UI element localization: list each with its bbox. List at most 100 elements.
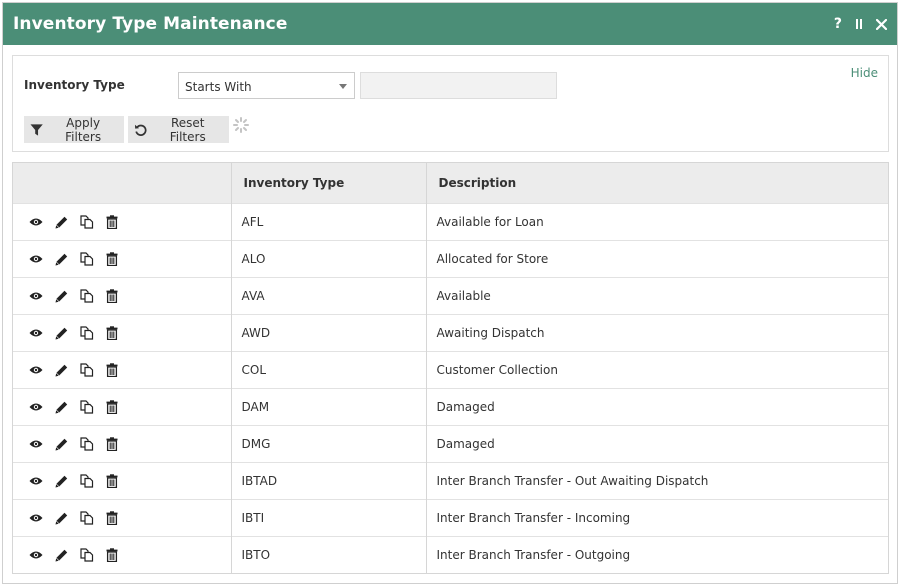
table-row[interactable]: DMG Damaged: [13, 425, 888, 463]
edit-icon[interactable]: [55, 438, 68, 451]
copy-icon[interactable]: [80, 400, 94, 414]
inventory-type-cell: DAM: [231, 388, 427, 426]
copy-icon[interactable]: [80, 474, 94, 488]
delete-icon[interactable]: [106, 326, 118, 340]
hide-filters-link[interactable]: Hide: [851, 66, 878, 80]
edit-icon[interactable]: [55, 512, 68, 525]
edit-icon[interactable]: [55, 290, 68, 303]
inventory-type-cell: IBTO: [231, 536, 427, 573]
row-actions-cell: [13, 462, 232, 500]
loading-spinner-icon: [233, 117, 249, 133]
title-bar-buttons: ?: [834, 16, 887, 32]
description-column-header[interactable]: Description: [426, 163, 888, 204]
copy-icon[interactable]: [80, 548, 94, 562]
inventory-type-cell: ALO: [231, 240, 427, 278]
table-row[interactable]: AVA Available: [13, 277, 888, 315]
filter-panel: Inventory Type Starts With Hide Apply Fi…: [12, 55, 889, 152]
description-cell: Allocated for Store: [426, 240, 888, 278]
copy-icon[interactable]: [80, 252, 94, 266]
table-row[interactable]: AWD Awaiting Dispatch: [13, 314, 888, 352]
delete-icon[interactable]: [106, 215, 118, 229]
actions-column-header: [13, 163, 232, 204]
inventory-type-column-header[interactable]: Inventory Type: [231, 163, 427, 204]
description-cell: Awaiting Dispatch: [426, 314, 888, 352]
pause-icon[interactable]: [856, 18, 862, 30]
view-icon[interactable]: [29, 365, 43, 375]
inventory-type-cell: IBTAD: [231, 462, 427, 500]
apply-filters-button[interactable]: Apply Filters: [24, 115, 124, 144]
view-icon[interactable]: [29, 402, 43, 412]
row-actions-cell: [13, 240, 232, 278]
grid-body: AFL Available for Loan ALO Allocated for: [13, 203, 888, 573]
edit-icon[interactable]: [55, 364, 68, 377]
delete-icon[interactable]: [106, 252, 118, 266]
description-cell: Inter Branch Transfer - Out Awaiting Dis…: [426, 462, 888, 500]
inventory-type-grid: Inventory Type Description AFL Available…: [12, 162, 889, 574]
table-row[interactable]: IBTI Inter Branch Transfer - Incoming: [13, 499, 888, 537]
table-row[interactable]: ALO Allocated for Store: [13, 240, 888, 278]
help-button[interactable]: ?: [834, 16, 842, 32]
description-cell: Inter Branch Transfer - Outgoing: [426, 536, 888, 573]
view-icon[interactable]: [29, 217, 43, 227]
chevron-down-icon: [339, 84, 347, 89]
filter-operator-select[interactable]: Starts With: [178, 72, 355, 99]
view-icon[interactable]: [29, 439, 43, 449]
copy-icon[interactable]: [80, 437, 94, 451]
delete-icon[interactable]: [106, 363, 118, 377]
grid-header-row: Inventory Type Description: [13, 163, 888, 204]
title-bar: Inventory Type Maintenance ?: [3, 3, 897, 45]
row-actions-cell: [13, 499, 232, 537]
view-icon[interactable]: [29, 254, 43, 264]
copy-icon[interactable]: [80, 289, 94, 303]
copy-icon[interactable]: [80, 511, 94, 525]
table-row[interactable]: AFL Available for Loan: [13, 203, 888, 241]
filter-operator-value: Starts With: [185, 80, 252, 94]
close-icon[interactable]: [876, 18, 887, 30]
view-icon[interactable]: [29, 513, 43, 523]
filter-icon: [30, 123, 43, 136]
inventory-type-cell: IBTI: [231, 499, 427, 537]
description-cell: Damaged: [426, 388, 888, 426]
delete-icon[interactable]: [106, 474, 118, 488]
row-actions-cell: [13, 277, 232, 315]
edit-icon[interactable]: [55, 327, 68, 340]
row-actions-cell: [13, 203, 232, 241]
delete-icon[interactable]: [106, 289, 118, 303]
table-row[interactable]: DAM Damaged: [13, 388, 888, 426]
table-row[interactable]: COL Customer Collection: [13, 351, 888, 389]
delete-icon[interactable]: [106, 511, 118, 525]
undo-icon: [134, 124, 147, 136]
edit-icon[interactable]: [55, 216, 68, 229]
edit-icon[interactable]: [55, 475, 68, 488]
view-icon[interactable]: [29, 476, 43, 486]
delete-icon[interactable]: [106, 548, 118, 562]
inventory-type-cell: DMG: [231, 425, 427, 463]
window-title: Inventory Type Maintenance: [13, 14, 288, 34]
apply-filters-label: Apply Filters: [65, 115, 102, 144]
row-actions-cell: [13, 351, 232, 389]
inventory-type-filter-label: Inventory Type: [24, 78, 125, 92]
description-cell: Customer Collection: [426, 351, 888, 389]
description-cell: Available for Loan: [426, 203, 888, 241]
filter-value-input[interactable]: [360, 72, 557, 99]
description-cell: Damaged: [426, 425, 888, 463]
inventory-type-cell: AWD: [231, 314, 427, 352]
reset-filters-button[interactable]: Reset Filters: [128, 116, 229, 144]
copy-icon[interactable]: [80, 215, 94, 229]
edit-icon[interactable]: [55, 401, 68, 414]
row-actions-cell: [13, 425, 232, 463]
view-icon[interactable]: [29, 291, 43, 301]
edit-icon[interactable]: [55, 253, 68, 266]
inventory-type-cell: AVA: [231, 277, 427, 315]
copy-icon[interactable]: [80, 363, 94, 377]
description-cell: Available: [426, 277, 888, 315]
delete-icon[interactable]: [106, 437, 118, 451]
delete-icon[interactable]: [106, 400, 118, 414]
view-icon[interactable]: [29, 550, 43, 560]
copy-icon[interactable]: [80, 326, 94, 340]
view-icon[interactable]: [29, 328, 43, 338]
inventory-type-cell: COL: [231, 351, 427, 389]
edit-icon[interactable]: [55, 549, 68, 562]
table-row[interactable]: IBTAD Inter Branch Transfer - Out Awaiti…: [13, 462, 888, 500]
table-row[interactable]: IBTO Inter Branch Transfer - Outgoing: [13, 536, 888, 573]
